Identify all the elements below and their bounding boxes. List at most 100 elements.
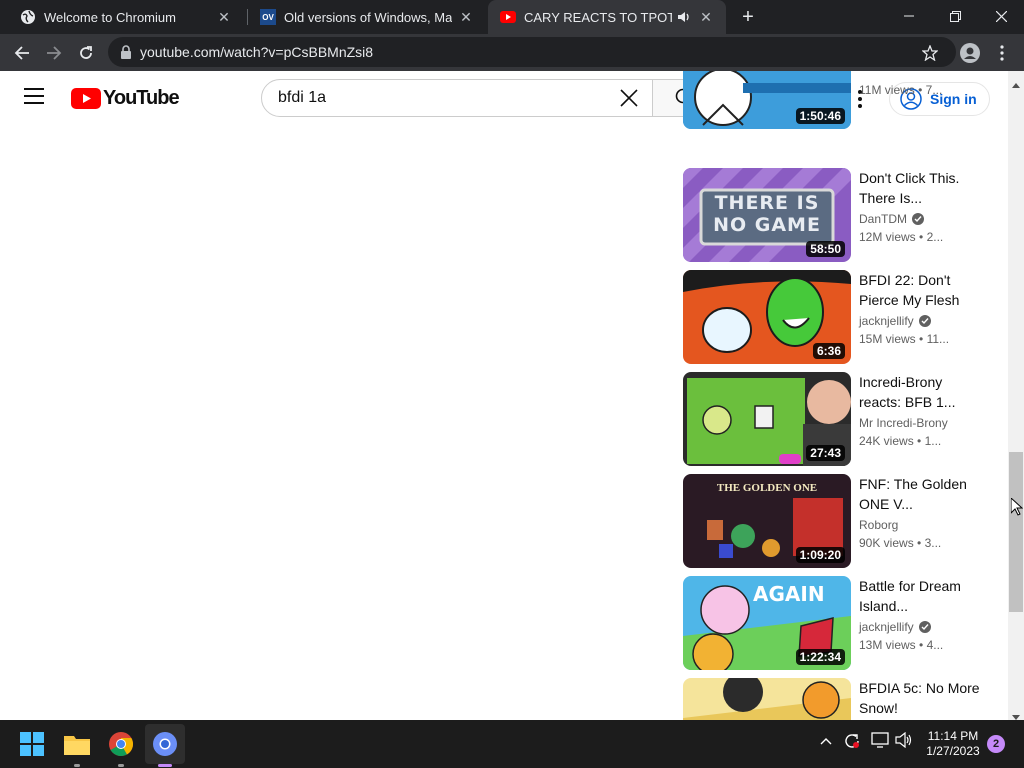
forward-button[interactable] [40,39,68,67]
channel-name-row[interactable]: jacknjellify [859,314,983,328]
show-hidden-icons-button[interactable] [820,732,832,748]
reload-button[interactable] [72,39,100,67]
tab-welcome[interactable]: Welcome to Chromium ✕ [8,0,244,34]
system-clock[interactable]: 11:14 PM 1/27/2023 [918,729,988,759]
channel-name-row[interactable]: jacknjellify [859,620,983,634]
chrome-button[interactable] [101,724,141,764]
file-explorer-button[interactable] [57,724,97,764]
close-tab-icon[interactable]: ✕ [698,9,714,25]
hamburger-menu-button[interactable] [24,87,44,110]
video-age: • 11... [919,332,950,346]
channel-name-row[interactable]: DanTDM [859,212,983,226]
thumbnail-caption: THE GOLDEN ONE [716,482,818,494]
video-thumbnail[interactable]: 6:36 [683,270,851,364]
channel-name-row[interactable]: Roborg [859,518,983,532]
channel-name: jacknjellify [859,620,914,634]
video-thumbnail[interactable]: 27:43 [683,372,851,466]
hamburger-icon [24,88,44,104]
video-title[interactable]: Incredi-Brony reacts: BFB 1... [859,372,983,412]
channel-name: DanTDM [859,212,908,226]
browser-toolbar: youtube.com/watch?v=pCsBBMnZsi8 [0,34,1024,71]
video-title[interactable]: Don't Click This. There Is... [859,168,983,208]
channel-name: jacknjellify [859,314,914,328]
page-scrollbar[interactable] [1008,71,1024,720]
sync-icon [845,734,859,748]
clock-date: 1/27/2023 [926,744,980,758]
url-text: youtube.com/watch?v=pCsBBMnZsi8 [140,44,374,60]
tab-youtube-active[interactable]: CARY REACTS TO TPOT 2 - Yo ✕ [488,0,726,34]
restore-button[interactable] [932,0,978,32]
new-tab-button[interactable]: + [734,0,762,34]
video-views: 24K views [859,434,914,448]
windows-taskbar: 11:14 PM 1/27/2023 2 [0,720,1024,768]
close-icon [995,10,1007,22]
video-title[interactable]: FNF: The Golden ONE V... [859,474,983,514]
video-stats: 24K views • 1... [859,434,983,448]
video-title[interactable]: BFDI 22: Don't Pierce My Flesh [859,270,983,310]
back-button[interactable] [8,39,36,67]
globe-icon [20,9,36,25]
channel-name-row[interactable]: Mr Incredi-Brony [859,416,983,430]
plus-icon: + [742,5,754,28]
video-age: • 3... [917,536,942,550]
video-item[interactable]: AGAIN 1:22:34 Battle for Dream Island...… [683,576,1003,670]
channel-name: Roborg [859,518,899,532]
video-item[interactable]: THERE IS NO GAME 58:50 Don't Click This.… [683,168,1003,262]
youtube-logo[interactable]: YouTube [71,87,180,110]
video-item[interactable]: BFDIA 5c: No More Snow! [683,678,1003,720]
windows-logo-icon [20,732,44,756]
video-thumbnail[interactable]: THERE IS NO GAME 58:50 [683,168,851,262]
video-thumbnail[interactable]: THE GOLDEN ONE 1:09:20 [683,474,851,568]
video-stats: 13M views • 4... [859,638,983,652]
tab-old-versions[interactable]: OV Old versions of Windows, Mac an ✕ [248,0,486,34]
video-item[interactable]: THE GOLDEN ONE 1:09:20 FNF: The Golden O… [683,474,1003,568]
clear-search-icon[interactable] [620,89,638,107]
chromium-button-active[interactable] [145,724,185,764]
scroll-up-arrow-icon[interactable] [1012,75,1020,93]
video-age: • 2... [919,230,944,244]
minimize-button[interactable] [886,0,932,32]
tab-title: Old versions of Windows, Mac an [284,9,452,25]
video-meta: 11M views • 7... [859,71,983,97]
start-button[interactable] [12,724,52,764]
network-icon [871,732,889,748]
star-icon [922,45,938,61]
lock-icon[interactable] [120,45,132,59]
video-age: • 7... [918,83,943,97]
speaker-icon [895,731,912,749]
close-tab-icon[interactable]: ✕ [458,9,474,25]
youtube-favicon-icon [500,9,516,25]
video-views: 11M views [859,83,915,97]
video-thumbnail[interactable]: AGAIN 1:22:34 [683,576,851,670]
video-thumbnail[interactable] [683,678,851,720]
video-title[interactable] [859,71,983,75]
tab-strip: Welcome to Chromium ✕ OV Old versions of… [0,0,1024,34]
search-input[interactable]: bfdi 1a [261,79,653,117]
video-meta: FNF: The Golden ONE V... Roborg 90K view… [859,474,983,550]
bookmark-star-button[interactable] [916,39,944,67]
close-window-button[interactable] [978,0,1024,32]
video-stats: 11M views • 7... [859,83,983,97]
notification-badge[interactable]: 2 [987,735,1005,753]
video-views: 90K views [859,536,914,550]
video-title[interactable]: BFDIA 5c: No More Snow! [859,678,983,718]
verified-check-icon [918,315,931,327]
profile-button[interactable] [956,39,984,67]
video-item[interactable]: 27:43 Incredi-Brony reacts: BFB 1... Mr … [683,372,1003,466]
chrome-menu-button[interactable] [988,39,1016,67]
video-thumbnail[interactable]: 1:50:46 [683,71,851,129]
video-item[interactable]: 1:50:46 11M views • 7... [683,71,1003,129]
video-title[interactable]: Battle for Dream Island... [859,576,983,616]
video-item[interactable]: 6:36 BFDI 22: Don't Pierce My Flesh jack… [683,270,1003,364]
sync-tray-button[interactable] [843,732,861,753]
chevron-up-icon [820,738,832,745]
close-tab-icon[interactable]: ✕ [216,9,232,25]
scrollbar-thumb[interactable] [1009,452,1023,612]
forward-arrow-icon [47,46,62,60]
volume-tray-button[interactable] [895,731,913,751]
address-bar[interactable]: youtube.com/watch?v=pCsBBMnZsi8 [108,37,956,67]
network-tray-button[interactable] [871,732,889,751]
video-duration: 1:09:20 [795,547,845,563]
video-duration: 27:43 [806,445,845,461]
speaker-icon[interactable] [676,9,692,25]
